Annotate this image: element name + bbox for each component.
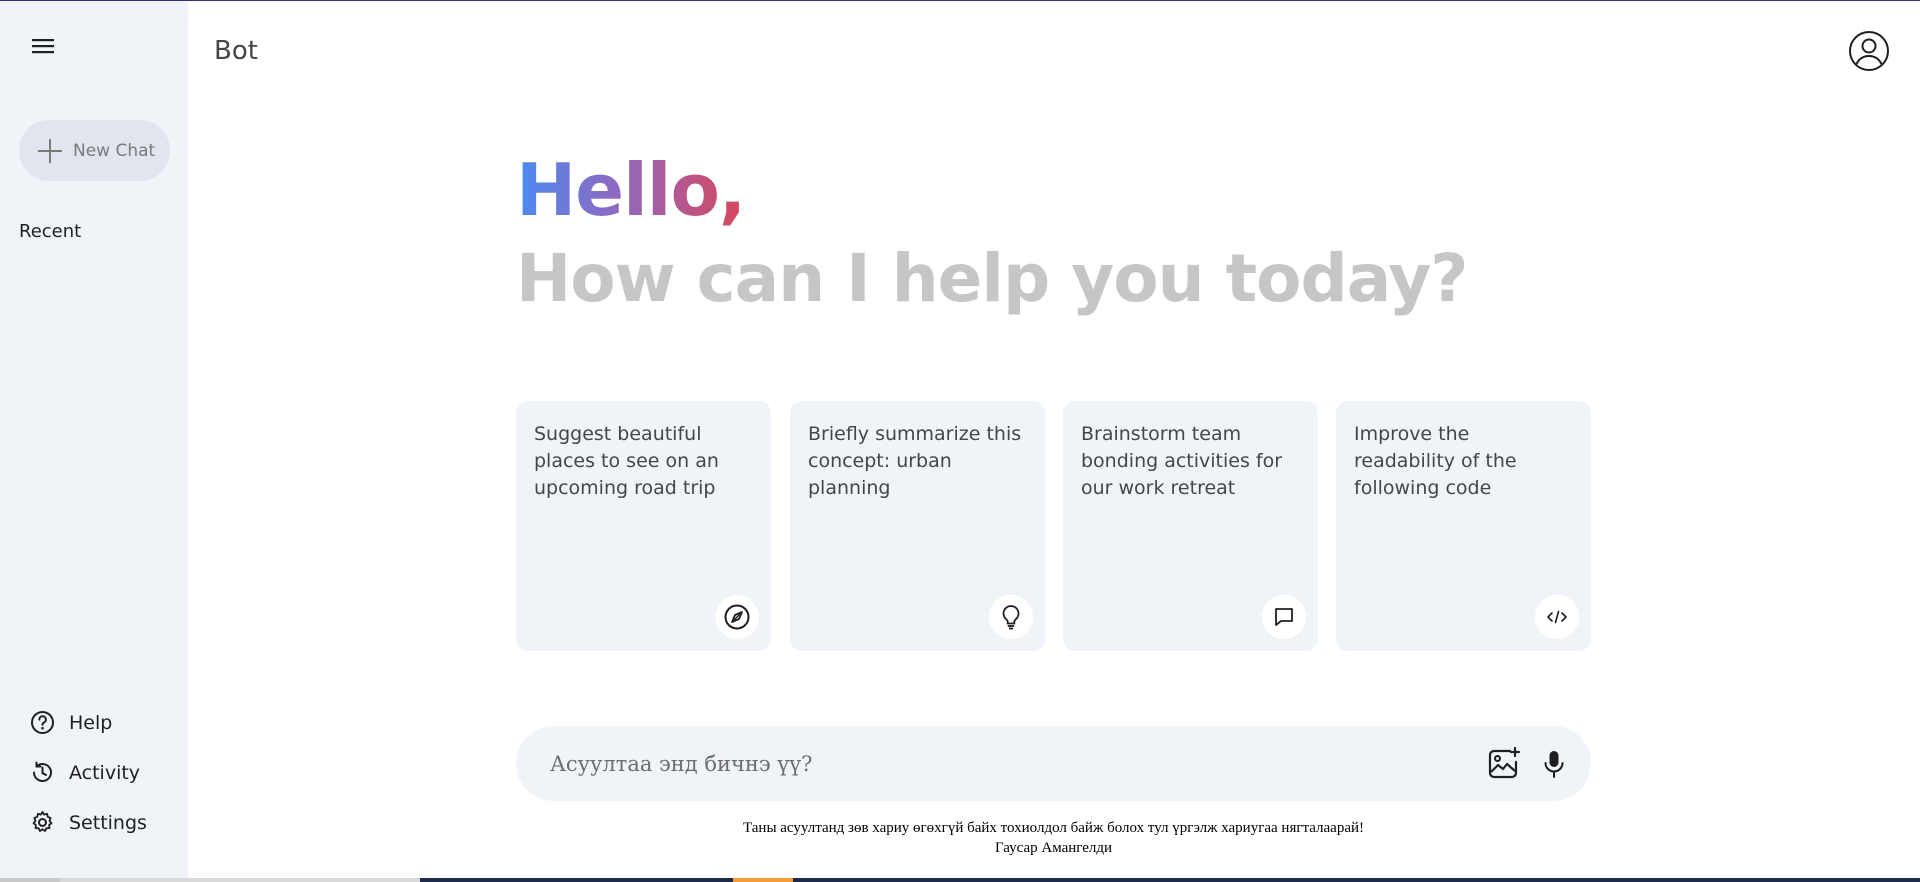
taskbar-edge <box>0 878 1920 882</box>
plus-icon <box>38 138 62 163</box>
taskbar-segment <box>733 878 793 882</box>
sidebar: New Chat Recent Help Activity Settings <box>0 1 188 882</box>
suggestion-card[interactable]: Brainstorm team bonding activities for o… <box>1063 401 1318 651</box>
taskbar-segment <box>0 878 60 882</box>
add-image-icon <box>1488 746 1521 779</box>
suggestion-card-text: Suggest beautiful places to see on an up… <box>534 423 719 499</box>
greeting-subtitle: How can I help you today? <box>516 240 1469 317</box>
suggestion-card-text: Improve the readability of the following… <box>1354 423 1517 499</box>
author-text: Гаусар Амангелди <box>994 840 1113 856</box>
suggestion-card-text: Brainstorm team bonding activities for o… <box>1081 423 1283 499</box>
taskbar-segment <box>60 878 420 882</box>
app-title: Bot <box>214 36 258 66</box>
suggestion-card[interactable]: Briefly summarize this concept: urban pl… <box>790 401 1045 651</box>
history-icon <box>33 761 52 782</box>
suggestion-card[interactable]: Suggest beautiful places to see on an up… <box>516 401 771 651</box>
lightbulb-icon <box>1002 605 1020 630</box>
greeting-hello: Hello, <box>516 148 746 232</box>
card-icon-button <box>1262 595 1306 639</box>
microphone-icon <box>1544 751 1564 778</box>
chat-bubble-icon <box>1275 608 1293 626</box>
sidebar-item-label: Settings <box>69 811 147 834</box>
sidebar-item-help[interactable]: Help <box>30 710 112 735</box>
code-icon <box>1547 610 1567 624</box>
window-top-border <box>0 0 1920 1</box>
footer-notice: Таны асуултанд зөв хариу өгөхгүй байх то… <box>516 818 1591 858</box>
sidebar-item-settings[interactable]: Settings <box>30 810 147 835</box>
gear-icon <box>32 811 53 832</box>
new-chat-button[interactable]: New Chat <box>19 120 170 181</box>
menu-button[interactable] <box>26 31 60 61</box>
card-icon-button <box>1535 595 1579 639</box>
upload-image-button[interactable] <box>1484 744 1524 784</box>
prompt-input[interactable] <box>550 726 1430 801</box>
card-icon-button <box>715 595 759 639</box>
user-avatar-button[interactable] <box>1848 30 1890 72</box>
sidebar-item-label: Help <box>69 711 113 734</box>
recent-heading: Recent <box>19 221 82 242</box>
taskbar-segment <box>420 878 1920 882</box>
suggestion-card[interactable]: Improve the readability of the following… <box>1336 401 1591 651</box>
prompt-bar <box>516 726 1591 801</box>
suggestion-card-text: Briefly summarize this concept: urban pl… <box>808 423 1022 499</box>
user-account-icon <box>1849 31 1889 71</box>
disclaimer-text: Таны асуултанд зөв хариу өгөхгүй байх то… <box>742 820 1365 836</box>
sidebar-item-activity[interactable]: Activity <box>30 760 140 785</box>
help-icon <box>31 711 54 734</box>
hamburger-menu-icon <box>32 39 54 54</box>
card-icon-button <box>989 595 1033 639</box>
compass-icon <box>724 604 750 630</box>
sidebar-item-label: Activity <box>69 761 141 784</box>
voice-input-button[interactable] <box>1536 746 1572 782</box>
new-chat-label: New Chat <box>73 140 156 161</box>
